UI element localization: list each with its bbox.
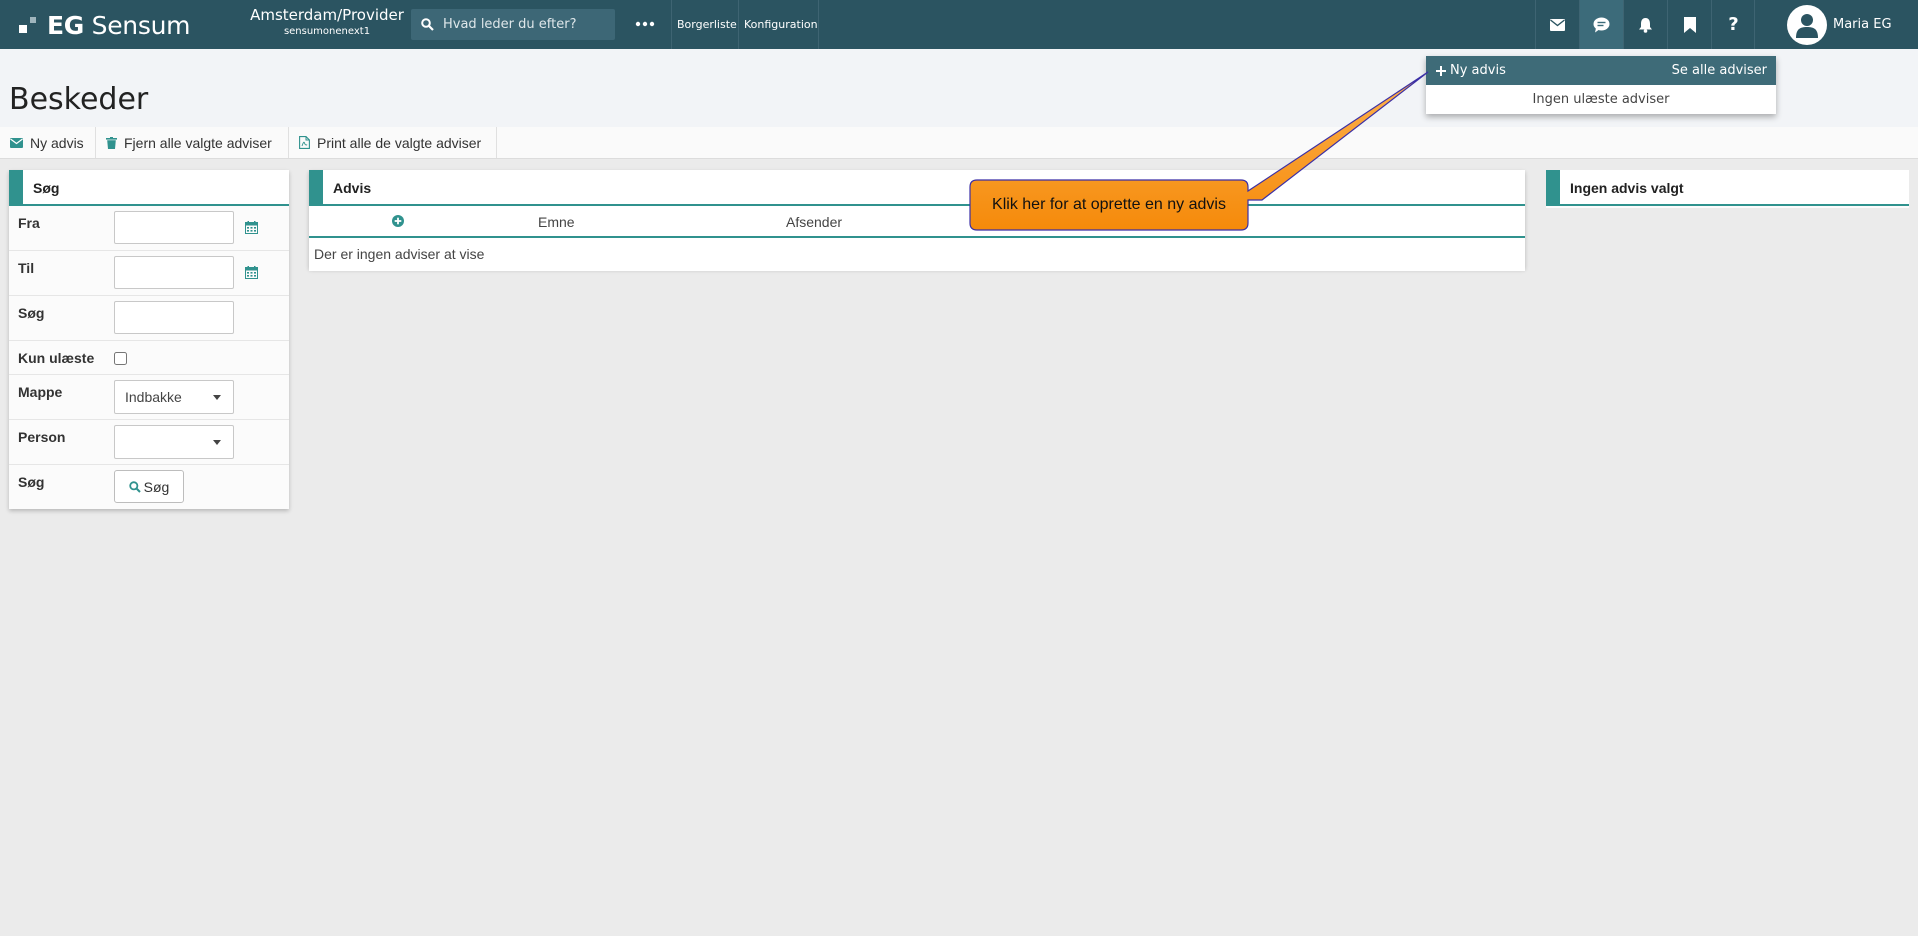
tooltip-callout [969,71,1429,231]
callout-text: Klik her for at oprette en ny advis [992,196,1226,213]
